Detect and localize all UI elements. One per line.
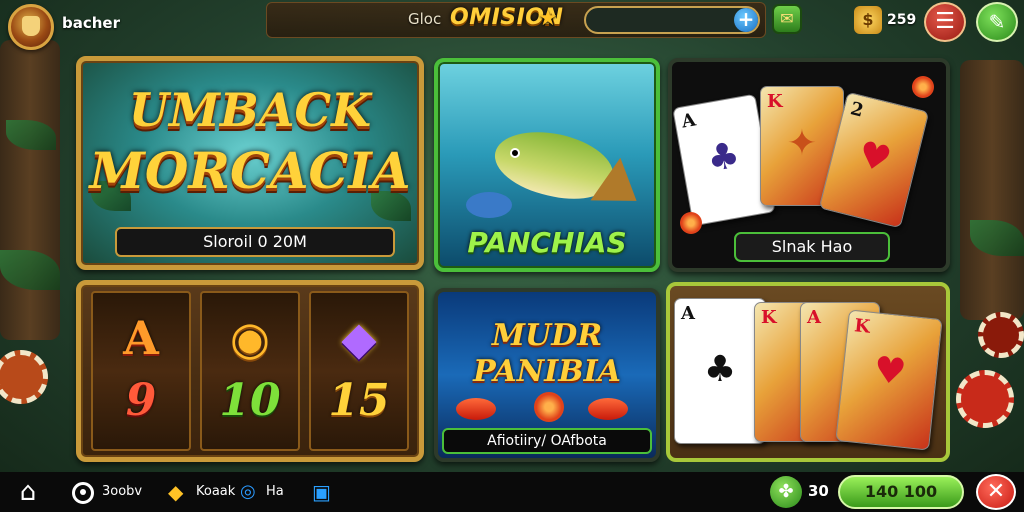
clover-icon[interactable]: ✤	[770, 476, 802, 508]
slot-number: 10	[219, 375, 281, 426]
tree-trunk-left	[0, 40, 60, 340]
mudr-title-line1: MUDR	[491, 318, 603, 353]
red-fish-icon	[456, 398, 496, 420]
flame-icon	[534, 392, 564, 422]
target-icon[interactable]	[72, 482, 94, 504]
slot-symbol: A	[123, 311, 159, 365]
flower-icon	[680, 212, 702, 234]
cashback-title-line1: UMBACK	[128, 83, 372, 137]
game-tile-cards[interactable]: A ♣ K ✦ 2 ♥ Slnak Hao	[668, 58, 950, 272]
card-rank: 2	[848, 98, 866, 122]
club-icon: ♣	[703, 349, 737, 390]
clover-count: 30	[808, 482, 829, 500]
game-tile-cashback[interactable]: UMBACK MORCACIA Sloroil 0 20M	[76, 56, 424, 270]
top-bar: bacher Gloc OMISION ★ + ✉ $ 259 ☰ ✎	[0, 0, 1024, 50]
plus-icon[interactable]: +	[734, 8, 758, 32]
mudr-title-line2: PANIBIA	[473, 354, 621, 389]
slot-number: 9	[125, 375, 157, 426]
game-tile-mudr[interactable]: MUDR PANIBIA Afiotiiry/ OAfbota	[434, 288, 660, 462]
ring-icon[interactable]: ◎	[240, 481, 256, 502]
fish-title: PANCHIAS	[467, 226, 627, 259]
heart-icon: ♥	[853, 133, 896, 182]
playing-card: A ♣	[674, 298, 766, 444]
game-tile-fish[interactable]: PANCHIAS	[434, 58, 660, 272]
balance-button[interactable]: 140 100	[838, 475, 964, 509]
slot-reel: A 9	[91, 291, 191, 451]
poker-chip-right-top	[978, 312, 1024, 358]
home-icon[interactable]: ⌂	[12, 478, 44, 506]
gift-icon[interactable]: ✉	[772, 4, 802, 34]
cashback-caption: Sloroil 0 20M	[115, 227, 395, 257]
mudr-caption: Afiotiiry/ OAfbota	[442, 428, 652, 454]
nav-item-label-3[interactable]: Ha	[266, 472, 284, 512]
coin-count: 259	[887, 12, 917, 28]
card-rank: A	[679, 109, 698, 133]
gem-icon[interactable]: ◆	[168, 480, 183, 504]
star-icon: ★	[538, 6, 558, 31]
heart-icon: ♥	[871, 349, 909, 394]
card-rank: K	[761, 307, 777, 328]
avatar-face	[22, 16, 40, 36]
cashback-title-line2: MORCACIA	[89, 141, 411, 200]
edit-icon[interactable]: ✎	[976, 2, 1018, 42]
menu-icon[interactable]: ☰	[924, 2, 966, 42]
close-icon[interactable]: ✕	[976, 474, 1016, 510]
playing-card: K ♥	[835, 309, 943, 451]
poker-chip-right	[956, 370, 1014, 428]
gem-symbol-icon: ◆	[341, 311, 377, 365]
fish-eye	[510, 148, 520, 158]
game-tile-cards-table[interactable]: A ♣ K A K ♥	[666, 282, 950, 462]
bag-icon[interactable]: ▣	[312, 480, 331, 504]
game-tile-slots[interactable]: A 9 ◉ 10 ◆ 15	[76, 280, 424, 462]
username-label: bacher	[62, 14, 121, 32]
slot-reel: ◉ 10	[200, 291, 300, 451]
bottom-bar: ⌂ 3oobv ◆ Koaak ◎ Ha ▣ ✤ 30 140 100 ✕	[0, 472, 1024, 512]
nav-item-label-2[interactable]: Koaak	[196, 472, 235, 512]
cards-caption: Slnak Hao	[734, 232, 890, 262]
fish-symbol-icon: ◉	[229, 311, 271, 365]
card-rank: K	[767, 91, 783, 112]
avatar-icon[interactable]	[8, 4, 54, 50]
poker-chip-left	[0, 350, 48, 404]
small-fish	[466, 192, 512, 218]
tree-trunk-right	[960, 60, 1024, 320]
glob-label: Gloc	[408, 10, 442, 28]
card-rank: A	[681, 303, 695, 324]
nav-item-label-1[interactable]: 3oobv	[102, 472, 142, 512]
coin-icon: $	[854, 6, 882, 34]
red-fish-icon	[588, 398, 628, 420]
club-icon: ♣	[704, 134, 744, 181]
slot-number: 15	[328, 375, 390, 426]
slot-reel: ◆ 15	[309, 291, 409, 451]
card-rank: A	[807, 307, 821, 328]
flower-icon	[912, 76, 934, 98]
card-rank: K	[853, 315, 872, 338]
